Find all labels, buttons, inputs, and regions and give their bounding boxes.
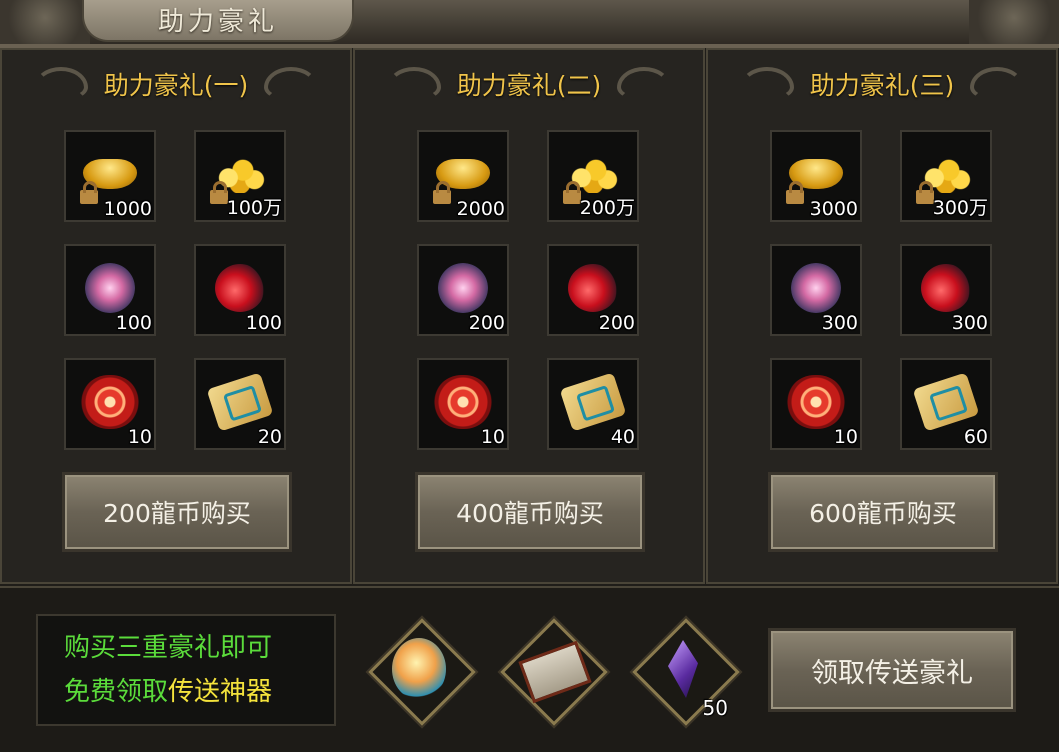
item-quantity: 200万: [579, 197, 635, 219]
scroll-icon: [206, 372, 274, 432]
title-tab: 助力豪礼: [82, 0, 354, 42]
reward-slot[interactable]: [500, 618, 608, 726]
gift-panel-2: 助力豪礼(二) 2000 200万 200 200 10 40 400龍币购买: [353, 48, 705, 584]
item-quantity: 1000: [103, 198, 152, 220]
lock-icon: [786, 181, 804, 204]
buy-button-1[interactable]: 200龍币购买: [62, 472, 292, 552]
corner-ornament-icon: [969, 0, 1059, 44]
window-header: 助力豪礼: [0, 0, 1059, 48]
item-grid: 1000 100万 100 100 10 20: [64, 130, 288, 450]
pink-soul-orb-icon: [791, 263, 841, 314]
red-soul-orb-icon: [215, 264, 265, 313]
item-quantity: 200: [598, 312, 635, 334]
reward-quantity: 50: [702, 696, 728, 720]
item-quantity: 10: [480, 426, 505, 448]
item-quantity: 40: [610, 426, 635, 448]
panel-header: 助力豪礼(二): [355, 62, 703, 106]
item-slot[interactable]: 100万: [194, 130, 286, 222]
swirl-ornament-icon: [970, 67, 1025, 101]
item-quantity: 10: [127, 426, 152, 448]
reward-slot[interactable]: [368, 618, 476, 726]
item-quantity: 300万: [932, 197, 988, 219]
item-slot[interactable]: 100: [194, 244, 286, 336]
item-slot[interactable]: 1000: [64, 130, 156, 222]
lock-icon: [916, 181, 934, 204]
lock-icon: [80, 181, 98, 204]
item-quantity: 100: [245, 312, 282, 334]
swirl-ornament-icon: [739, 67, 794, 101]
item-quantity: 200: [468, 312, 505, 334]
lock-icon: [210, 181, 228, 204]
spirit-flame-icon: [392, 638, 446, 700]
red-swirl-gem-icon: [81, 375, 139, 430]
promo-line-2: 免费领取传送神器: [64, 677, 273, 707]
item-quantity: 60: [963, 426, 988, 448]
red-swirl-gem-icon: [434, 375, 492, 430]
reward-bar: 购买三重豪礼即可 免费领取传送神器 50 领取传送豪礼: [0, 586, 1059, 752]
item-slot[interactable]: 300万: [900, 130, 992, 222]
panel-title: 助力豪礼(一): [103, 71, 249, 100]
pink-soul-orb-icon: [85, 263, 135, 314]
item-grid: 2000 200万 200 200 10 40: [417, 130, 641, 450]
item-slot[interactable]: 60: [900, 358, 992, 450]
buy-button-3[interactable]: 600龍币购买: [768, 472, 998, 552]
panel-title: 助力豪礼(三): [809, 71, 955, 100]
item-quantity: 300: [951, 312, 988, 334]
red-soul-orb-icon: [921, 264, 971, 313]
gift-panels: 助力豪礼(一) 1000 100万 100 100 10 20 200龍币购买 …: [0, 48, 1059, 584]
item-slot[interactable]: 200万: [547, 130, 639, 222]
swirl-ornament-icon: [617, 67, 672, 101]
red-swirl-gem-icon: [787, 375, 845, 430]
item-slot[interactable]: 40: [547, 358, 639, 450]
item-slot[interactable]: 10: [417, 358, 509, 450]
scroll-icon: [559, 372, 627, 432]
window-title: 助力豪礼: [157, 6, 278, 37]
scroll-icon: [912, 372, 980, 432]
item-slot[interactable]: 2000: [417, 130, 509, 222]
item-grid: 3000 300万 300 300 10 60: [770, 130, 994, 450]
item-slot[interactable]: 200: [417, 244, 509, 336]
item-quantity: 3000: [809, 198, 858, 220]
lock-icon: [563, 181, 581, 204]
corner-ornament-icon: [0, 0, 90, 44]
item-slot[interactable]: 20: [194, 358, 286, 450]
claim-teleport-gift-button[interactable]: 领取传送豪礼: [768, 628, 1016, 712]
item-slot[interactable]: 100: [64, 244, 156, 336]
swirl-ornament-icon: [386, 67, 441, 101]
pink-soul-orb-icon: [438, 263, 488, 314]
item-slot[interactable]: 10: [770, 358, 862, 450]
reward-slot[interactable]: 50: [632, 618, 740, 726]
panel-title: 助力豪礼(二): [456, 71, 602, 100]
panel-header: 助力豪礼(三): [708, 62, 1056, 106]
buy-button-2[interactable]: 400龍币购买: [415, 472, 645, 552]
item-slot[interactable]: 3000: [770, 130, 862, 222]
item-slot[interactable]: 300: [770, 244, 862, 336]
red-soul-orb-icon: [568, 264, 618, 313]
promo-box: 购买三重豪礼即可 免费领取传送神器: [36, 614, 336, 726]
item-quantity: 2000: [456, 198, 505, 220]
item-slot[interactable]: 200: [547, 244, 639, 336]
item-quantity: 100: [115, 312, 152, 334]
item-quantity: 300: [821, 312, 858, 334]
item-quantity: 100万: [226, 197, 282, 219]
lock-icon: [433, 181, 451, 204]
item-quantity: 10: [833, 426, 858, 448]
swirl-ornament-icon: [264, 67, 319, 101]
gift-panel-3: 助力豪礼(三) 3000 300万 300 300 10 60 600龍币购买: [706, 48, 1058, 584]
swirl-ornament-icon: [33, 67, 88, 101]
item-quantity: 20: [257, 426, 282, 448]
gift-panel-1: 助力豪礼(一) 1000 100万 100 100 10 20 200龍币购买: [0, 48, 352, 584]
panel-header: 助力豪礼(一): [2, 62, 350, 106]
promo-line-1: 购买三重豪礼即可: [64, 633, 273, 663]
item-slot[interactable]: 10: [64, 358, 156, 450]
item-slot[interactable]: 300: [900, 244, 992, 336]
